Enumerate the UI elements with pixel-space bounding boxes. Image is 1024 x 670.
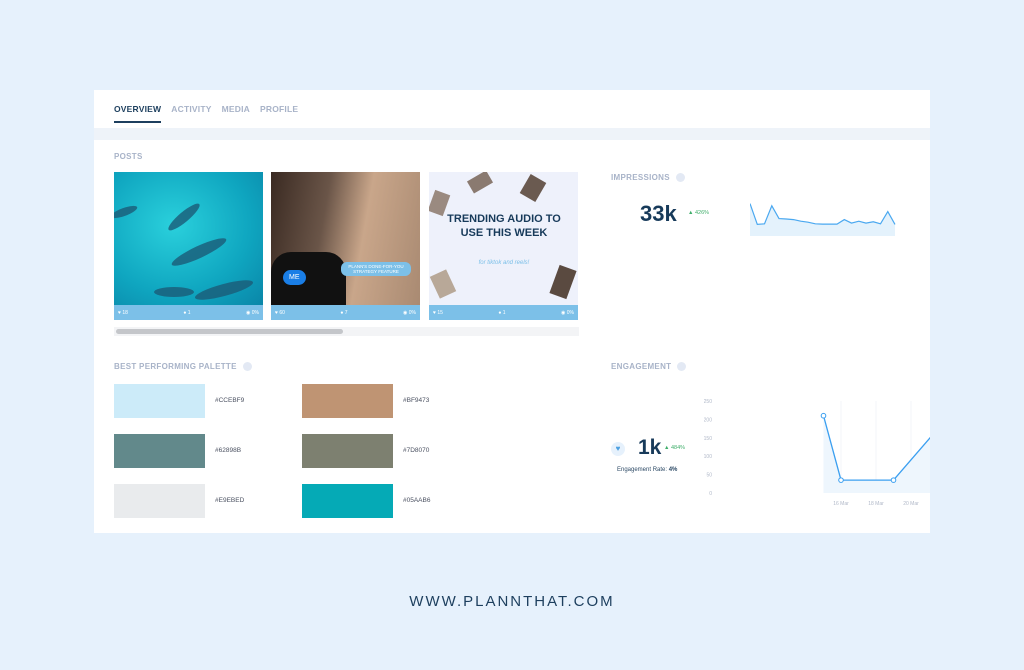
palette-swatch [302, 434, 393, 468]
palette-hex: #7D8070 [403, 447, 430, 454]
heart-icon: ♥ [611, 442, 625, 456]
post-stats: ♥ 18 ● 1 ◉ 0% [114, 305, 263, 320]
engagement-title-text: ENGAGEMENT [611, 362, 672, 371]
info-icon[interactable] [677, 362, 687, 371]
divider-band [94, 128, 930, 140]
trending-script: for tiktok and reels! [478, 260, 530, 266]
engagement-title: ENGAGEMENT [611, 362, 687, 371]
likes-count: ♥ 15 [433, 309, 443, 316]
phone-thumb [466, 172, 494, 194]
post-card[interactable]: ME PLANN'S DONE-FOR-YOU STRATEGY FEATURE… [271, 172, 420, 320]
comments-count: ● 1 [183, 309, 191, 316]
palette-title-text: BEST PERFORMING PALETTE [114, 362, 237, 371]
x-tick-label: 18 Mar [868, 501, 884, 507]
palette-title: BEST PERFORMING PALETTE [114, 362, 252, 371]
tab-media[interactable]: MEDIA [222, 104, 250, 123]
dolphins-illustration [114, 203, 254, 300]
tab-bar: OVERVIEW ACTIVITY MEDIA PROFILE [114, 104, 298, 123]
engagement-rate: ◉ 0% [246, 309, 259, 316]
info-icon[interactable] [242, 362, 252, 371]
post-card[interactable]: ♥ 18 ● 1 ◉ 0% [114, 172, 263, 320]
sparkline-area [750, 203, 895, 236]
impressions-change: ▲ 426% [688, 210, 710, 216]
y-tick-label: 250 [704, 399, 712, 405]
post-image-trending-audio: TRENDING AUDIO TO USE THIS WEEK for tikt… [429, 172, 578, 305]
y-tick-label: 200 [704, 417, 712, 423]
tab-activity[interactable]: ACTIVITY [171, 104, 211, 123]
palette-swatch [302, 484, 393, 518]
phone-thumb [519, 173, 547, 203]
engagement-rate: ◉ 0% [561, 309, 574, 316]
likes-count: ♥ 18 [118, 309, 128, 316]
palette-hex: #62898B [215, 447, 242, 454]
posts-title: POSTS [114, 152, 143, 161]
palette-hex: #BF9473 [403, 397, 430, 404]
me-badge: ME [283, 270, 306, 285]
info-icon[interactable] [675, 173, 685, 182]
footer-url[interactable]: WWW.PLANNTHAT.COM [0, 593, 1024, 610]
scrollbar-thumb[interactable] [116, 329, 343, 334]
x-tick-label: 16 Mar [833, 501, 849, 507]
tab-profile[interactable]: PROFILE [260, 104, 298, 123]
engagement-rate-label: Engagement Rate: 4% [617, 467, 678, 473]
x-tick-label: 20 Mar [903, 501, 919, 507]
y-tick-label: 100 [704, 454, 712, 460]
post-image-dolphins [114, 172, 263, 305]
engagement-value: 1k [638, 436, 662, 459]
tab-overview[interactable]: OVERVIEW [114, 104, 162, 123]
y-tick-label: 150 [704, 436, 712, 442]
post-stats: ♥ 60 ● 7 ◉ 0% [271, 305, 420, 320]
strategy-caption: PLANN'S DONE-FOR-YOU STRATEGY FEATURE [341, 262, 411, 276]
impressions-title: IMPRESSIONS [611, 173, 685, 182]
engagement-rate: ◉ 0% [403, 309, 416, 316]
impressions-value: 33k [640, 201, 677, 226]
posts-scrollbar[interactable] [114, 327, 579, 336]
palette-swatch [114, 434, 205, 468]
engagement-point [890, 477, 897, 483]
palette-hex: #05AAB6 [403, 497, 431, 504]
phone-thumb [549, 264, 577, 300]
impressions-title-text: IMPRESSIONS [611, 173, 670, 182]
impressions-sparkline [750, 203, 896, 236]
trending-headline: TRENDING AUDIO TO USE THIS WEEK [447, 213, 561, 240]
palette-swatch [114, 384, 205, 418]
analytics-card: OVERVIEW ACTIVITY MEDIA PROFILE POSTS ♥ … [94, 90, 930, 533]
likes-count: ♥ 60 [275, 309, 285, 316]
phone-thumb [429, 269, 457, 299]
palette-hex: #CCEBF9 [215, 397, 245, 404]
engagement-point [838, 477, 844, 483]
post-card[interactable]: TRENDING AUDIO TO USE THIS WEEK for tikt… [429, 172, 578, 320]
comments-count: ● 1 [498, 309, 506, 316]
post-image-couple: ME PLANN'S DONE-FOR-YOU STRATEGY FEATURE [271, 172, 420, 305]
post-stats: ♥ 15 ● 1 ◉ 0% [429, 305, 578, 320]
y-tick-label: 0 [709, 491, 712, 497]
y-tick-label: 50 [706, 473, 712, 479]
engagement-point [820, 412, 827, 419]
comments-count: ● 7 [340, 309, 348, 316]
engagement-change: ▲ 484% [664, 445, 686, 451]
palette-hex: #E9EBED [215, 497, 245, 504]
posts-title-text: POSTS [114, 152, 143, 161]
palette-swatch [302, 384, 393, 418]
engagement-chart: 05010015020025016 Mar18 Mar20 Mar22 Mar2… [704, 399, 930, 507]
palette-swatch [114, 484, 205, 518]
